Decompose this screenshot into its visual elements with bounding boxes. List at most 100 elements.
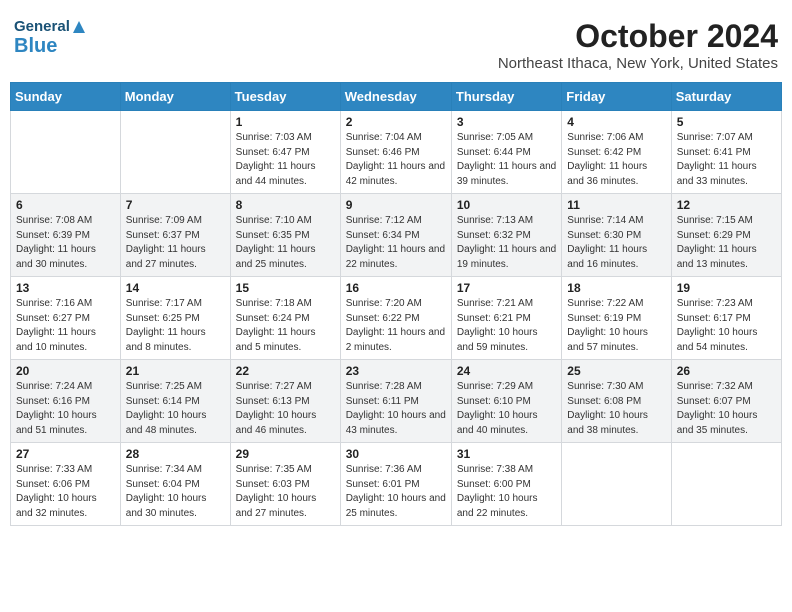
- logo-blue: Blue: [14, 34, 87, 58]
- calendar-cell: 28 Sunrise: 7:34 AM Sunset: 6:04 PM Dayli…: [120, 443, 230, 526]
- weekday-header: Tuesday: [230, 83, 340, 111]
- calendar-cell: 3 Sunrise: 7:05 AM Sunset: 6:44 PM Daylig…: [451, 111, 561, 194]
- calendar-cell: 21 Sunrise: 7:25 AM Sunset: 6:14 PM Dayli…: [120, 360, 230, 443]
- day-number: 25: [567, 364, 665, 378]
- day-info: Sunrise: 7:03 AM Sunset: 6:47 PM Dayligh…: [236, 131, 335, 189]
- weekday-header: Wednesday: [340, 83, 451, 111]
- calendar-cell: 25 Sunrise: 7:30 AM Sunset: 6:08 PM Dayli…: [562, 360, 671, 443]
- day-info: Sunrise: 7:17 AM Sunset: 6:25 PM Dayligh…: [126, 297, 225, 355]
- calendar-cell: 19 Sunrise: 7:23 AM Sunset: 6:17 PM Dayli…: [671, 277, 781, 360]
- day-number: 30: [346, 447, 446, 461]
- day-number: 19: [677, 281, 776, 295]
- calendar-cell: 15Sunrise: 7:18 AM Sunset: 6:24 PM Dayli…: [230, 277, 340, 360]
- calendar-cell: 27Sunrise: 7:33 AM Sunset: 6:06 PM Dayli…: [11, 443, 121, 526]
- calendar-cell: [671, 443, 781, 526]
- calendar-cell: 9 Sunrise: 7:12 AM Sunset: 6:34 PM Daylig…: [340, 194, 451, 277]
- calendar-cell: 2Sunrise: 7:04 AM Sunset: 6:46 PM Daylig…: [340, 111, 451, 194]
- weekday-header: Thursday: [451, 83, 561, 111]
- day-number: 10: [457, 198, 556, 212]
- page-subtitle: Northeast Ithaca, New York, United State…: [498, 55, 778, 72]
- day-number: 1: [236, 115, 335, 129]
- day-info: Sunrise: 7:35 AM Sunset: 6:03 PM Dayligh…: [236, 463, 335, 521]
- day-info: Sunrise: 7:32 AM Sunset: 6:07 PM Dayligh…: [677, 380, 776, 438]
- calendar-week-row: 13Sunrise: 7:16 AM Sunset: 6:27 PM Dayli…: [11, 277, 782, 360]
- calendar-cell: 17 Sunrise: 7:21 AM Sunset: 6:21 PM Dayli…: [451, 277, 561, 360]
- day-number: 17: [457, 281, 556, 295]
- day-info: Sunrise: 7:30 AM Sunset: 6:08 PM Dayligh…: [567, 380, 665, 438]
- day-info: Sunrise: 7:16 AM Sunset: 6:27 PM Dayligh…: [16, 297, 115, 355]
- calendar-header-row: SundayMondayTuesdayWednesdayThursdayFrid…: [11, 83, 782, 111]
- calendar-cell: 4 Sunrise: 7:06 AM Sunset: 6:42 PM Daylig…: [562, 111, 671, 194]
- calendar-cell: 16Sunrise: 7:20 AM Sunset: 6:22 PM Dayli…: [340, 277, 451, 360]
- day-number: 3: [457, 115, 556, 129]
- day-info: Sunrise: 7:12 AM Sunset: 6:34 PM Dayligh…: [346, 214, 446, 272]
- title-block: October 2024 Northeast Ithaca, New York,…: [498, 18, 778, 72]
- day-info: Sunrise: 7:20 AM Sunset: 6:22 PM Dayligh…: [346, 297, 446, 355]
- calendar-cell: 14 Sunrise: 7:17 AM Sunset: 6:25 PM Dayli…: [120, 277, 230, 360]
- day-info: Sunrise: 7:27 AM Sunset: 6:13 PM Dayligh…: [236, 380, 335, 438]
- calendar-week-row: 1 Sunrise: 7:03 AM Sunset: 6:47 PM Daylig…: [11, 111, 782, 194]
- day-info: Sunrise: 7:21 AM Sunset: 6:21 PM Dayligh…: [457, 297, 556, 355]
- day-info: Sunrise: 7:22 AM Sunset: 6:19 PM Dayligh…: [567, 297, 665, 355]
- day-info: Sunrise: 7:05 AM Sunset: 6:44 PM Dayligh…: [457, 131, 556, 189]
- day-info: Sunrise: 7:38 AM Sunset: 6:00 PM Dayligh…: [457, 463, 556, 521]
- page-title: October 2024: [498, 18, 778, 55]
- calendar-cell: 5Sunrise: 7:07 AM Sunset: 6:41 PM Daylig…: [671, 111, 781, 194]
- day-info: Sunrise: 7:36 AM Sunset: 6:01 PM Dayligh…: [346, 463, 446, 521]
- calendar-cell: 30 Sunrise: 7:36 AM Sunset: 6:01 PM Dayli…: [340, 443, 451, 526]
- day-info: Sunrise: 7:09 AM Sunset: 6:37 PM Dayligh…: [126, 214, 225, 272]
- day-number: 15: [236, 281, 335, 295]
- day-number: 12: [677, 198, 776, 212]
- day-number: 21: [126, 364, 225, 378]
- calendar-cell: 1 Sunrise: 7:03 AM Sunset: 6:47 PM Daylig…: [230, 111, 340, 194]
- calendar-week-row: 6 Sunrise: 7:08 AM Sunset: 6:39 PM Daylig…: [11, 194, 782, 277]
- day-info: Sunrise: 7:15 AM Sunset: 6:29 PM Dayligh…: [677, 214, 776, 272]
- calendar-cell: 18 Sunrise: 7:22 AM Sunset: 6:19 PM Dayli…: [562, 277, 671, 360]
- day-number: 8: [236, 198, 335, 212]
- weekday-header: Sunday: [11, 83, 121, 111]
- weekday-header: Saturday: [671, 83, 781, 111]
- day-number: 14: [126, 281, 225, 295]
- calendar-week-row: 20 Sunrise: 7:24 AM Sunset: 6:16 PM Dayli…: [11, 360, 782, 443]
- day-info: Sunrise: 7:24 AM Sunset: 6:16 PM Dayligh…: [16, 380, 115, 438]
- calendar-cell: 6 Sunrise: 7:08 AM Sunset: 6:39 PM Daylig…: [11, 194, 121, 277]
- day-info: Sunrise: 7:06 AM Sunset: 6:42 PM Dayligh…: [567, 131, 665, 189]
- weekday-header: Monday: [120, 83, 230, 111]
- day-info: Sunrise: 7:29 AM Sunset: 6:10 PM Dayligh…: [457, 380, 556, 438]
- calendar-cell: 31 Sunrise: 7:38 AM Sunset: 6:00 PM Dayli…: [451, 443, 561, 526]
- calendar-table: SundayMondayTuesdayWednesdayThursdayFrid…: [10, 82, 782, 526]
- day-info: Sunrise: 7:33 AM Sunset: 6:06 PM Dayligh…: [16, 463, 115, 521]
- day-number: 28: [126, 447, 225, 461]
- day-info: Sunrise: 7:07 AM Sunset: 6:41 PM Dayligh…: [677, 131, 776, 189]
- calendar-cell: 24Sunrise: 7:29 AM Sunset: 6:10 PM Dayli…: [451, 360, 561, 443]
- calendar-cell: 23Sunrise: 7:28 AM Sunset: 6:11 PM Dayli…: [340, 360, 451, 443]
- calendar-cell: 11Sunrise: 7:14 AM Sunset: 6:30 PM Dayli…: [562, 194, 671, 277]
- day-info: Sunrise: 7:23 AM Sunset: 6:17 PM Dayligh…: [677, 297, 776, 355]
- calendar-week-row: 27Sunrise: 7:33 AM Sunset: 6:06 PM Dayli…: [11, 443, 782, 526]
- calendar-cell: [562, 443, 671, 526]
- calendar-cell: [120, 111, 230, 194]
- day-number: 6: [16, 198, 115, 212]
- weekday-header: Friday: [562, 83, 671, 111]
- day-info: Sunrise: 7:08 AM Sunset: 6:39 PM Dayligh…: [16, 214, 115, 272]
- day-info: Sunrise: 7:34 AM Sunset: 6:04 PM Dayligh…: [126, 463, 225, 521]
- day-info: Sunrise: 7:13 AM Sunset: 6:32 PM Dayligh…: [457, 214, 556, 272]
- calendar-cell: 29 Sunrise: 7:35 AM Sunset: 6:03 PM Dayli…: [230, 443, 340, 526]
- day-info: Sunrise: 7:28 AM Sunset: 6:11 PM Dayligh…: [346, 380, 446, 438]
- logo-icon: [71, 19, 87, 35]
- calendar-cell: 10 Sunrise: 7:13 AM Sunset: 6:32 PM Dayli…: [451, 194, 561, 277]
- calendar-cell: 22Sunrise: 7:27 AM Sunset: 6:13 PM Dayli…: [230, 360, 340, 443]
- day-number: 31: [457, 447, 556, 461]
- day-number: 2: [346, 115, 446, 129]
- day-number: 18: [567, 281, 665, 295]
- day-number: 29: [236, 447, 335, 461]
- day-info: Sunrise: 7:10 AM Sunset: 6:35 PM Dayligh…: [236, 214, 335, 272]
- day-info: Sunrise: 7:25 AM Sunset: 6:14 PM Dayligh…: [126, 380, 225, 438]
- day-number: 9: [346, 198, 446, 212]
- day-number: 26: [677, 364, 776, 378]
- day-number: 20: [16, 364, 115, 378]
- day-info: Sunrise: 7:14 AM Sunset: 6:30 PM Dayligh…: [567, 214, 665, 272]
- calendar-cell: 20 Sunrise: 7:24 AM Sunset: 6:16 PM Dayli…: [11, 360, 121, 443]
- calendar-cell: 12 Sunrise: 7:15 AM Sunset: 6:29 PM Dayli…: [671, 194, 781, 277]
- day-number: 4: [567, 115, 665, 129]
